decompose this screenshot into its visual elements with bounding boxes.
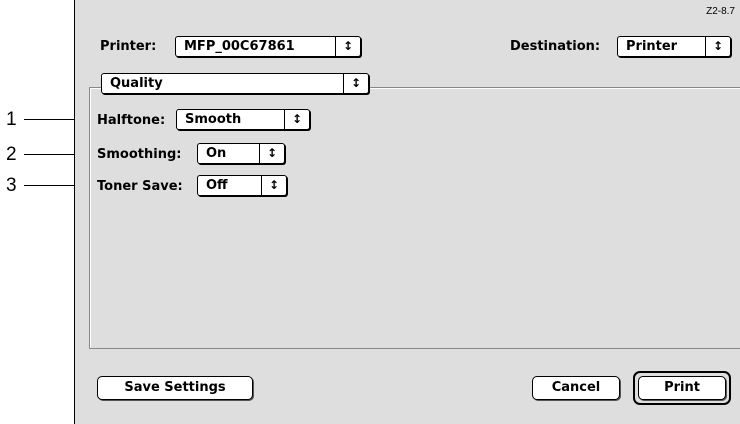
section-popup[interactable]: Quality ↕ xyxy=(101,73,369,94)
up-down-arrows-icon: ↕ xyxy=(343,74,368,93)
toner-save-popup[interactable]: Off ↕ xyxy=(197,175,287,196)
destination-value: Printer xyxy=(626,39,678,54)
section-value: Quality xyxy=(110,76,163,91)
halftone-label: Halftone: xyxy=(97,113,166,128)
save-settings-button[interactable]: Save Settings xyxy=(97,376,253,400)
printer-value: MFP_00C67861 xyxy=(184,39,295,54)
figure-id: Z2-8.7 xyxy=(706,6,735,17)
callout-1: 1 xyxy=(6,109,17,130)
smoothing-value: On xyxy=(206,146,227,161)
printer-label: Printer: xyxy=(100,39,157,54)
cancel-button[interactable]: Cancel xyxy=(532,376,620,400)
up-down-arrows-icon: ↕ xyxy=(259,144,284,163)
toner-save-label: Toner Save: xyxy=(97,179,183,194)
callout-2: 2 xyxy=(6,144,17,165)
toner-save-value: Off xyxy=(206,178,228,193)
print-dialog: Z2-8.7 Printer: MFP_00C67861 ↕ Destinati… xyxy=(74,0,740,424)
destination-popup[interactable]: Printer ↕ xyxy=(617,36,731,57)
callout-3: 3 xyxy=(6,175,17,196)
up-down-arrows-icon: ↕ xyxy=(335,37,360,56)
destination-label: Destination: xyxy=(510,39,601,54)
smoothing-popup[interactable]: On ↕ xyxy=(197,143,285,164)
up-down-arrows-icon: ↕ xyxy=(705,37,730,56)
printer-popup[interactable]: MFP_00C67861 ↕ xyxy=(175,36,361,57)
halftone-value: Smooth xyxy=(185,112,242,127)
smoothing-label: Smoothing: xyxy=(97,147,182,162)
up-down-arrows-icon: ↕ xyxy=(284,110,309,129)
print-button[interactable]: Print xyxy=(638,376,726,400)
halftone-popup[interactable]: Smooth ↕ xyxy=(176,109,310,130)
up-down-arrows-icon: ↕ xyxy=(261,176,286,195)
